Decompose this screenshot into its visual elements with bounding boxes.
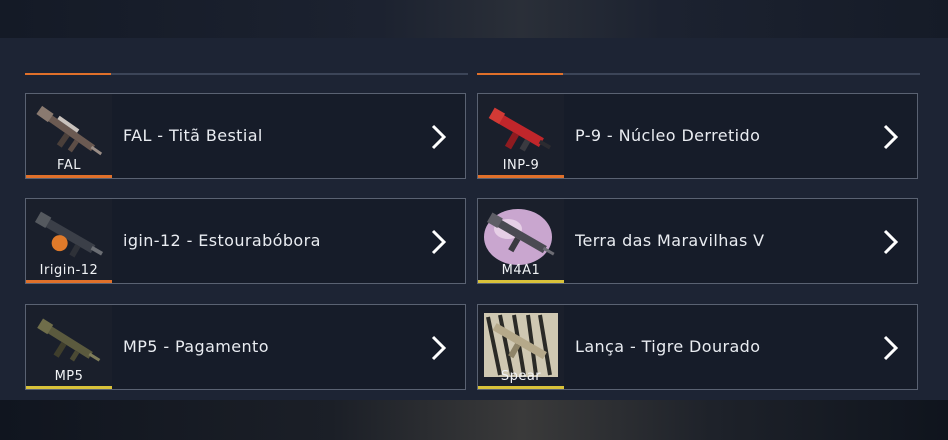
rarity-bar xyxy=(26,175,112,178)
left-tab-active-indicator xyxy=(25,73,111,75)
weapon-skin-title: FAL - Titã Bestial xyxy=(123,126,263,145)
weapon-thumbnail: Spear xyxy=(478,305,564,389)
weapon-thumbnail: MP5 xyxy=(26,305,112,389)
weapon-thumbnail-label: FAL xyxy=(57,158,81,173)
rarity-bar xyxy=(478,175,564,178)
weapon-skin-title: igin-12 - Estourabóbora xyxy=(123,231,321,250)
weapon-card-fal[interactable]: FAL FAL - Titã Bestial xyxy=(25,93,466,179)
weapon-card-inp9[interactable]: INP-9 P-9 - Núcleo Derretido xyxy=(477,93,918,179)
rarity-bar xyxy=(26,280,112,283)
weapon-card-m4a1[interactable]: M4A1 Terra das Maravilhas V xyxy=(477,198,918,284)
right-tab-underline[interactable] xyxy=(477,73,920,75)
weapon-thumbnail: M4A1 xyxy=(478,199,564,283)
weapon-thumbnail-label: Spear xyxy=(500,369,542,384)
weapon-card-origin12[interactable]: Irigin-12 igin-12 - Estourabóbora xyxy=(25,198,466,284)
weapon-skin-title: Terra das Maravilhas V xyxy=(575,231,765,250)
chevron-right-icon xyxy=(883,335,899,361)
weapon-skin-title: P-9 - Núcleo Derretido xyxy=(575,126,761,145)
weapon-thumbnail: Irigin-12 xyxy=(26,199,112,283)
weapon-card-mp5[interactable]: MP5 MP5 - Pagamento xyxy=(25,304,466,390)
top-background xyxy=(0,0,948,38)
right-tab-active-indicator xyxy=(477,73,563,75)
rarity-bar xyxy=(478,280,564,283)
left-tab-underline[interactable] xyxy=(25,73,468,75)
weapon-skin-title: Lança - Tigre Dourado xyxy=(575,337,761,356)
bottom-background xyxy=(0,400,948,440)
rarity-bar xyxy=(26,386,112,389)
chevron-right-icon xyxy=(431,124,447,150)
weapon-thumbnail-label: M4A1 xyxy=(501,263,541,278)
weapon-thumbnail-label: Irigin-12 xyxy=(39,263,99,278)
chevron-right-icon xyxy=(431,335,447,361)
weapon-thumbnail-label: INP-9 xyxy=(502,158,540,173)
chevron-right-icon xyxy=(883,124,899,150)
weapon-thumbnail: FAL xyxy=(26,94,112,178)
weapon-skin-title: MP5 - Pagamento xyxy=(123,337,269,356)
chevron-right-icon xyxy=(883,229,899,255)
rarity-bar xyxy=(478,386,564,389)
weapon-thumbnail: INP-9 xyxy=(478,94,564,178)
weapon-thumbnail-label: MP5 xyxy=(54,369,84,384)
chevron-right-icon xyxy=(431,229,447,255)
weapon-card-spear[interactable]: Spear Lança - Tigre Dourado xyxy=(477,304,918,390)
